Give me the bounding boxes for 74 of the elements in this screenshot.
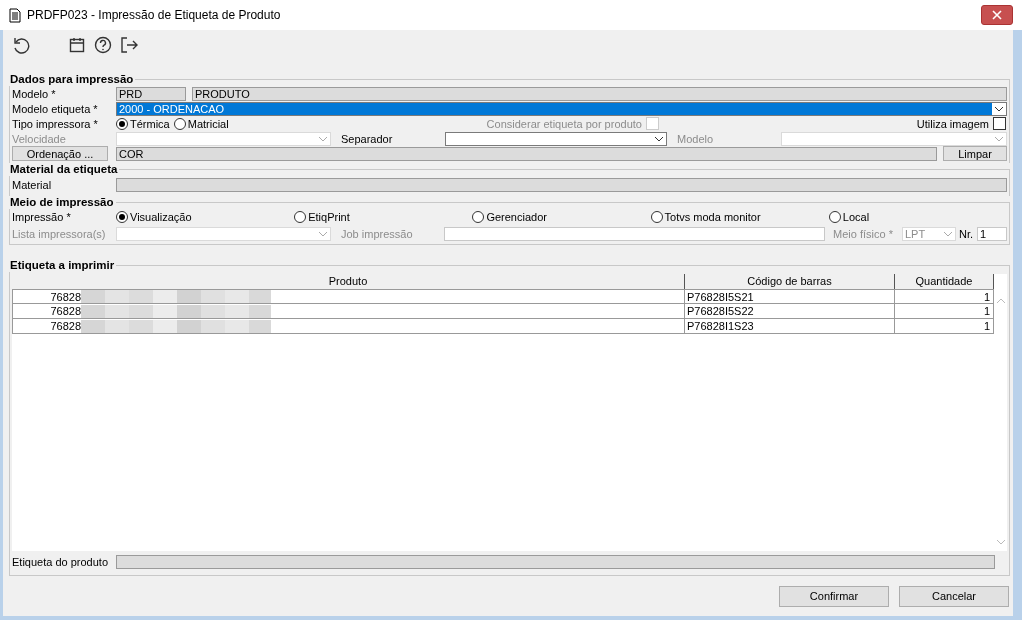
checkbox[interactable] — [993, 117, 1006, 130]
field-label: Tipo impressora * — [12, 117, 99, 130]
field-label: Material — [12, 179, 53, 191]
refresh-button[interactable] — [11, 35, 31, 55]
chevron-down-icon — [994, 135, 1004, 142]
field-label: Impressão * — [12, 211, 72, 223]
clear-button[interactable]: Limpar — [943, 146, 1007, 161]
table-cell: 1 — [895, 319, 994, 334]
ordering-field[interactable]: COR — [116, 146, 937, 161]
calendar-icon — [69, 37, 85, 53]
chevron-up-icon — [995, 298, 1006, 304]
field-label: Job impressão — [341, 227, 414, 240]
radio-option[interactable]: Totvs moda monitor — [650, 211, 761, 223]
chevron-down-icon — [943, 230, 953, 237]
chevron-down-icon — [318, 230, 328, 237]
printer-list-select[interactable] — [116, 226, 331, 241]
field-label: Modelo * — [12, 87, 57, 100]
section-title: Etiqueta a imprimir — [9, 259, 116, 272]
ordering-button[interactable]: Ordenação ... — [12, 146, 108, 161]
radio-option[interactable]: Matricial — [173, 117, 229, 130]
field-label: Etiqueta do produto — [12, 556, 110, 568]
calendar-button[interactable] — [67, 35, 87, 55]
chevron-down-icon — [994, 105, 1004, 112]
label-model-select[interactable]: 2000 - ORDENACAO — [116, 101, 1007, 116]
field-label: Considerar etiqueta por produto — [486, 117, 642, 130]
close-button[interactable] — [981, 5, 1013, 25]
confirm-button[interactable]: Confirmar — [779, 585, 889, 607]
window-title: PRDFP023 - Impressão de Etiqueta de Produto — [27, 8, 281, 22]
chevron-down-icon — [654, 135, 664, 142]
field-label: Modelo — [677, 132, 715, 145]
product-code: 76828 — [49, 305, 81, 317]
speed-select[interactable] — [116, 131, 331, 146]
field-label: Separador — [341, 132, 394, 145]
chevron-down-icon — [318, 135, 328, 142]
radio-option[interactable]: Visualização — [116, 211, 192, 223]
product-code: 76828 — [49, 290, 81, 303]
field-label: Velocidade — [12, 132, 67, 145]
number-field[interactable]: 1 — [977, 226, 1007, 241]
radio-option[interactable]: Local — [828, 211, 870, 223]
radio-option[interactable]: EtiqPrint — [294, 211, 350, 223]
cancel-button[interactable]: Cancelar — [899, 585, 1009, 607]
chevron-down-icon — [995, 539, 1006, 545]
table-cell: 1 — [895, 289, 994, 304]
column-header[interactable]: Quantidade — [895, 274, 994, 290]
section-title: Dados para impressão — [9, 73, 135, 86]
refresh-icon — [12, 36, 30, 54]
radio-option[interactable]: Térmica — [116, 117, 170, 130]
radio-option[interactable]: Gerenciador — [472, 211, 547, 223]
help-icon — [94, 36, 112, 54]
exit-icon — [120, 36, 138, 54]
material-field[interactable] — [116, 178, 1007, 192]
product-label-field[interactable] — [116, 555, 995, 569]
document-icon — [9, 7, 21, 23]
separator-select[interactable] — [445, 131, 667, 146]
section-title: Meio de impressão — [9, 196, 115, 209]
table-cell: P76828I5S22 — [685, 304, 895, 319]
print-job-field[interactable] — [444, 226, 825, 241]
close-icon — [992, 10, 1002, 20]
field-label: Modelo etiqueta * — [12, 102, 99, 115]
column-header[interactable]: Produto — [12, 274, 685, 290]
field-label: Meio físico * — [833, 227, 894, 240]
model-code-field[interactable]: PRD — [116, 86, 186, 101]
model-name-field[interactable]: PRODUTO — [192, 86, 1007, 101]
help-button[interactable] — [93, 35, 113, 55]
table-cell: P76828I1S23 — [685, 319, 895, 334]
section-title: Material da etiqueta — [9, 163, 119, 176]
table-cell: P76828I5S21 — [685, 289, 895, 304]
product-code: 76828 — [49, 320, 81, 332]
field-label: Utiliza imagem — [916, 117, 989, 130]
field-label: Nr. — [959, 227, 975, 240]
field-label: Lista impressora(s) — [12, 227, 107, 240]
column-header[interactable]: Código de barras — [685, 274, 895, 290]
table-cell: 1 — [895, 304, 994, 319]
exit-button[interactable] — [119, 35, 139, 55]
